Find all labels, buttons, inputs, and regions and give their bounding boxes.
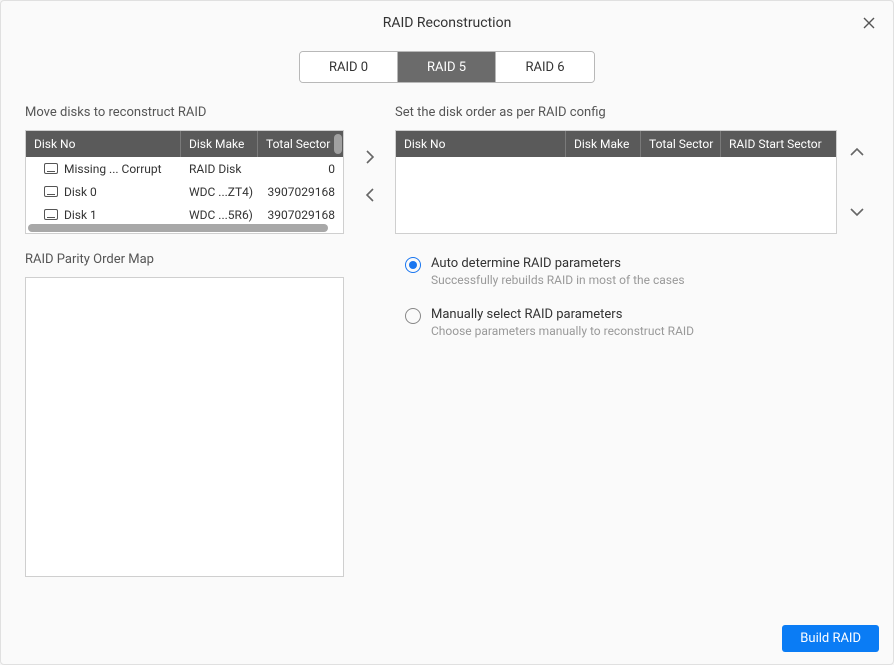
chevron-up-icon <box>850 147 864 157</box>
source-table-header: Disk No Disk Make Total Sector <box>26 131 343 157</box>
col-raid-start-sector[interactable]: RAID Start Sector <box>721 131 836 157</box>
right-panel: Set the disk order as per RAID config Di… <box>395 105 869 664</box>
destination-table-header: Disk No Disk Make Total Sector RAID Star… <box>396 131 836 157</box>
chevron-right-icon <box>365 150 375 164</box>
radio-manual-sub: Choose parameters manually to reconstruc… <box>431 324 694 338</box>
radio-manual[interactable] <box>405 308 421 324</box>
close-icon <box>863 17 875 29</box>
close-button[interactable] <box>859 13 879 33</box>
tab-raid6[interactable]: RAID 6 <box>496 52 594 82</box>
source-disk-table[interactable]: Disk No Disk Make Total Sector Missing .… <box>25 130 344 234</box>
cell-disk-no: Disk 0 <box>64 185 97 199</box>
destination-disk-table[interactable]: Disk No Disk Make Total Sector RAID Star… <box>395 130 837 234</box>
table-row[interactable]: Disk 0 WDC ...ZT4) 3907029168 <box>26 180 343 203</box>
col-disk-make[interactable]: Disk Make <box>566 131 641 157</box>
disk-icon <box>44 163 58 174</box>
cell-disk-make: RAID Disk <box>181 162 258 176</box>
radio-auto-sub: Successfully rebuilds RAID in most of th… <box>431 273 685 287</box>
cell-disk-no: Missing ... Corrupt <box>64 162 162 176</box>
option-auto-determine[interactable]: Auto determine RAID parameters Successfu… <box>405 256 869 287</box>
table-row[interactable]: Missing ... Corrupt RAID Disk 0 <box>26 157 343 180</box>
raid-tab-group: RAID 0 RAID 5 RAID 6 <box>299 51 595 83</box>
cell-total-sector: 3907029168 <box>258 185 343 199</box>
radio-auto[interactable] <box>405 257 421 273</box>
tab-raid0[interactable]: RAID 0 <box>300 52 398 82</box>
chevron-down-icon <box>850 207 864 217</box>
cell-total-sector: 0 <box>258 162 343 176</box>
horizontal-scrollbar[interactable] <box>28 224 328 232</box>
col-total-sector[interactable]: Total Sector <box>258 131 343 157</box>
transfer-arrows <box>344 105 395 664</box>
radio-manual-title: Manually select RAID parameters <box>431 307 694 322</box>
move-up-button[interactable] <box>845 140 869 164</box>
col-disk-no[interactable]: Disk No <box>396 131 566 157</box>
right-panel-label: Set the disk order as per RAID config <box>395 105 869 120</box>
col-disk-make[interactable]: Disk Make <box>181 131 258 157</box>
option-manual-select[interactable]: Manually select RAID parameters Choose p… <box>405 307 869 338</box>
source-table-body: Missing ... Corrupt RAID Disk 0 Disk 0 W… <box>26 157 343 226</box>
parity-map-section: RAID Parity Order Map <box>25 252 344 577</box>
radio-auto-title: Auto determine RAID parameters <box>431 256 685 271</box>
cell-disk-no: Disk 1 <box>64 208 97 222</box>
table-row[interactable]: Disk 1 WDC ...5R6) 3907029168 <box>26 203 343 226</box>
raid-parameter-options: Auto determine RAID parameters Successfu… <box>395 256 869 358</box>
radio-text: Auto determine RAID parameters Successfu… <box>431 256 685 287</box>
parity-map-box <box>25 277 344 577</box>
radio-text: Manually select RAID parameters Choose p… <box>431 307 694 338</box>
content-area: Move disks to reconstruct RAID Disk No D… <box>1 105 893 664</box>
cell-disk-make: WDC ...ZT4) <box>181 185 258 199</box>
col-total-sector[interactable]: Total Sector <box>641 131 721 157</box>
cell-disk-make: WDC ...5R6) <box>181 208 258 222</box>
raid-reconstruction-dialog: RAID Reconstruction RAID 0 RAID 5 RAID 6… <box>0 0 894 665</box>
dialog-title: RAID Reconstruction <box>1 15 893 31</box>
cell-total-sector: 3907029168 <box>258 208 343 222</box>
left-panel-label: Move disks to reconstruct RAID <box>25 105 344 120</box>
parity-map-label: RAID Parity Order Map <box>25 252 344 267</box>
left-panel: Move disks to reconstruct RAID Disk No D… <box>25 105 344 664</box>
dialog-footer: Build RAID <box>782 625 879 652</box>
reorder-arrows <box>845 130 869 234</box>
raid-tabs: RAID 0 RAID 5 RAID 6 <box>1 51 893 83</box>
move-right-button[interactable] <box>358 145 382 169</box>
disk-icon <box>44 186 58 197</box>
dialog-header: RAID Reconstruction <box>1 1 893 45</box>
chevron-left-icon <box>365 188 375 202</box>
tab-raid5[interactable]: RAID 5 <box>398 52 496 82</box>
move-down-button[interactable] <box>845 200 869 224</box>
right-table-wrap: Disk No Disk Make Total Sector RAID Star… <box>395 130 869 234</box>
move-left-button[interactable] <box>358 183 382 207</box>
col-disk-no[interactable]: Disk No <box>26 131 181 157</box>
build-raid-button[interactable]: Build RAID <box>782 625 879 652</box>
vertical-scrollbar[interactable] <box>334 134 342 154</box>
disk-icon <box>44 209 58 220</box>
